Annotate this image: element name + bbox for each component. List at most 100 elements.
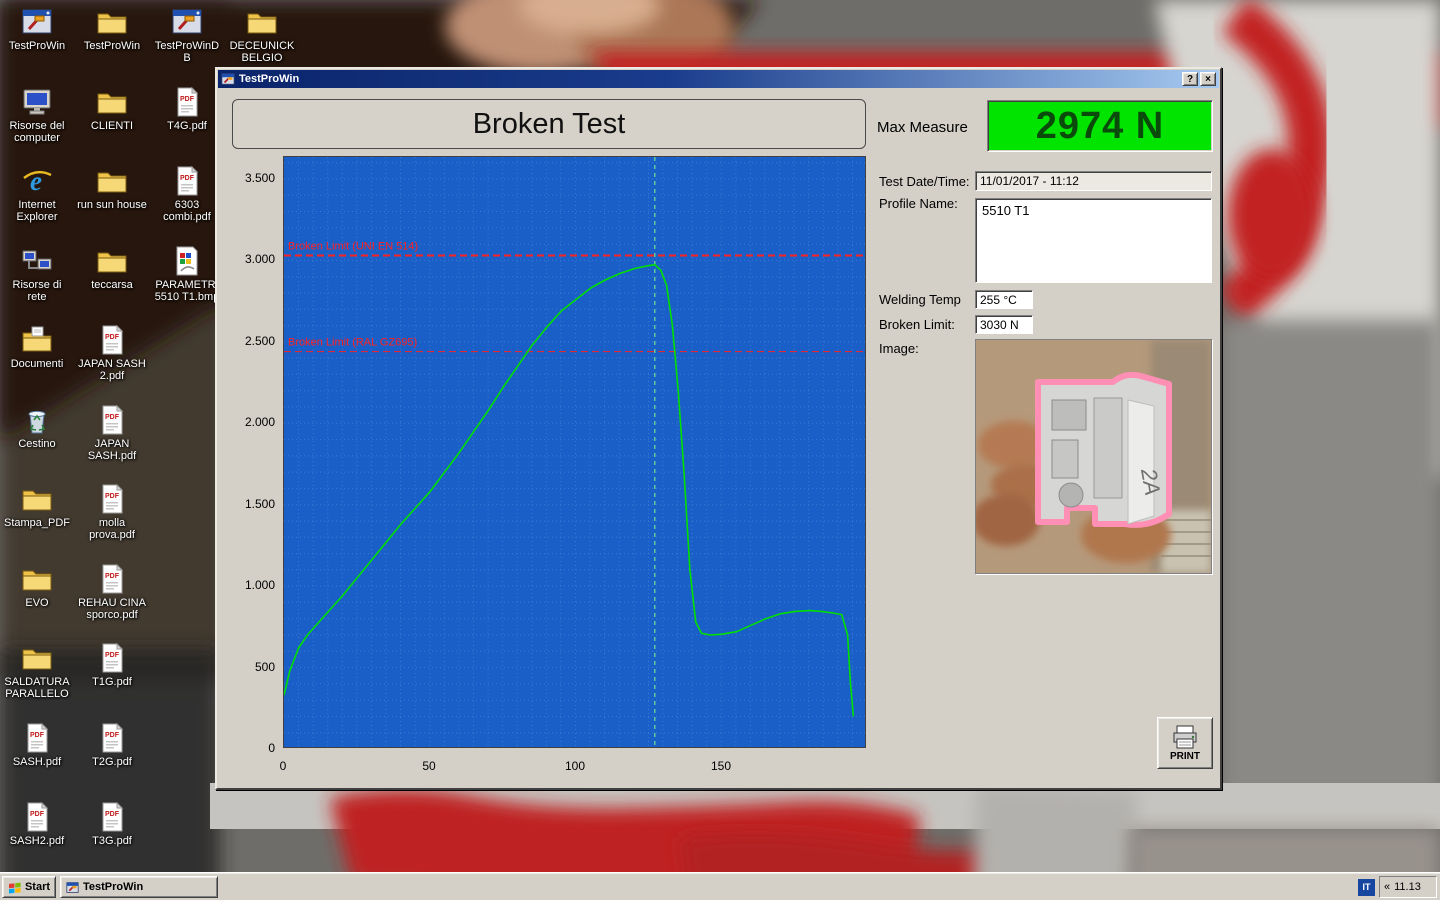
folder-icon [96, 6, 128, 38]
close-button[interactable]: × [1200, 72, 1216, 86]
taskbar: Start TestProWin IT « 11.13 [0, 872, 1440, 900]
start-button-label: Start [25, 881, 50, 893]
desktop-icon-label: 6303 combi.pdf [152, 199, 222, 223]
desktop-icon-t4g-pdf[interactable]: PDFT4G.pdf [152, 86, 222, 132]
desktop-icon-stampa-pdf[interactable]: Stampa_PDF [2, 483, 72, 529]
svg-text:PDF: PDF [180, 175, 195, 182]
desktop-icon-label: SASH2.pdf [2, 835, 72, 847]
test-datetime-field[interactable]: 11/01/2017 - 11:12 [975, 171, 1212, 191]
recycle-bin-icon [21, 404, 53, 436]
testprowin-window: TestProWin ? × Broken Test Max Measure 2… [215, 67, 1222, 790]
svg-text:PDF: PDF [105, 811, 120, 818]
x-tick-label: 150 [706, 759, 736, 773]
desktop-icon-6303-combi-pdf[interactable]: PDF 6303 combi.pdf [152, 165, 222, 223]
y-tick-label: 500 [229, 660, 275, 674]
system-tray: IT « 11.13 [1358, 876, 1437, 898]
print-button[interactable]: PRINT [1157, 717, 1213, 769]
welding-temp-label: Welding Temp [879, 292, 961, 307]
pdf-file-icon: PDF [21, 722, 53, 754]
window-app-icon [221, 72, 235, 86]
svg-text:PDF: PDF [105, 732, 120, 739]
task-app-icon [66, 881, 79, 894]
desktop-icon-label: teccarsa [77, 279, 147, 291]
profile-photo-art: 2A [976, 340, 1211, 573]
broken-limit-label: Broken Limit: [879, 317, 955, 332]
test-heading: Broken Test [473, 108, 626, 141]
y-tick-label: 3.000 [229, 252, 275, 266]
network-places-icon [21, 245, 53, 277]
desktop-icon-label: JAPAN SASH 2.pdf [77, 358, 147, 382]
desktop-icon-documenti[interactable]: Documenti [2, 324, 72, 370]
desktop-icon-label: molla prova.pdf [77, 517, 147, 541]
desktop-icon-testprowin[interactable]: TestProWin [2, 6, 72, 52]
pdf-file-icon: PDF [21, 801, 53, 833]
svg-text:PDF: PDF [30, 732, 45, 739]
desktop-icon-saldatura-parallelo[interactable]: SALDATURA PARALLELO [2, 642, 72, 700]
desktop-icon-run-sun-house[interactable]: run sun house [77, 165, 147, 211]
welding-temp-field[interactable]: 255 °C [975, 290, 1033, 309]
desktop-icon-clienti[interactable]: CLIENTI [77, 86, 147, 132]
desktop-icon-testprowindb[interactable]: TestProWinDB [152, 6, 222, 64]
svg-text:2A: 2A [1136, 466, 1165, 498]
broken-limit-field[interactable]: 3030 N [975, 315, 1033, 334]
svg-text:PDF: PDF [105, 414, 120, 421]
x-tick-label: 100 [560, 759, 590, 773]
language-indicator[interactable]: IT [1358, 879, 1375, 896]
desktop-icon-evo[interactable]: EVO [2, 563, 72, 609]
profile-name-field[interactable]: 5510 T1 [975, 198, 1212, 283]
desktop-icon-t2g-pdf[interactable]: PDFT2G.pdf [77, 722, 147, 768]
desktop-icon-parametri-5510-t1-bmp[interactable]: PARAMETRI 5510 T1.bmp [152, 245, 222, 303]
chart-plot-area: Broken Limit (UNI EN 514)Broken Limit (R… [283, 156, 866, 748]
pdf-file-icon: PDF [171, 86, 203, 118]
tray-panel: « 11.13 [1379, 876, 1437, 898]
svg-text:Broken Limit (RAL GZ695): Broken Limit (RAL GZ695) [288, 337, 417, 349]
profile-name-label: Profile Name: [879, 196, 958, 211]
folder-icon [96, 86, 128, 118]
tray-collapse-button[interactable]: « [1384, 881, 1390, 893]
desktop-icon-label: TestProWinDB [152, 40, 222, 64]
desktop-icon-deceunick-belgio[interactable]: DECEUNICK BELGIO [227, 6, 297, 64]
pdf-file-icon: PDF [171, 165, 203, 197]
desktop-icon-risorse-del-computer[interactable]: Risorse del computer [2, 86, 72, 144]
x-tick-label: 50 [414, 759, 444, 773]
pdf-file-icon: PDF [96, 404, 128, 436]
desktop-icon-teccarsa[interactable]: teccarsa [77, 245, 147, 291]
start-button[interactable]: Start [2, 876, 56, 898]
documents-folder-icon [21, 324, 53, 356]
desktop-icon-risorse-di-rete[interactable]: Risorse di rete [2, 245, 72, 303]
folder-icon [96, 165, 128, 197]
desktop-icon-label: CLIENTI [77, 120, 147, 132]
image-label: Image: [879, 341, 919, 356]
desktop-icon-japan-sash-2-pdf[interactable]: PDFJAPAN SASH 2.pdf [77, 324, 147, 382]
y-tick-label: 1.500 [229, 497, 275, 511]
svg-text:PDF: PDF [30, 811, 45, 818]
desktop-icon-internet-explorer[interactable]: e Internet Explorer [2, 165, 72, 223]
app-icon [171, 6, 203, 38]
desktop-icon-rehau-cina-sporco-pdf[interactable]: PDFREHAU CINA sporco.pdf [77, 563, 147, 621]
app-icon [21, 6, 53, 38]
taskbar-task-testprowin[interactable]: TestProWin [60, 876, 218, 898]
pdf-file-icon: PDF [96, 324, 128, 356]
help-button[interactable]: ? [1182, 72, 1198, 86]
pdf-file-icon: PDF [96, 722, 128, 754]
y-tick-label: 1.000 [229, 578, 275, 592]
svg-text:e: e [30, 166, 42, 196]
desktop-icon-label: Risorse del computer [2, 120, 72, 144]
test-datetime-label: Test Date/Time: [879, 174, 970, 189]
desktop-icon-label: TestProWin [2, 40, 72, 52]
desktop-icon-testprowin[interactable]: TestProWin [77, 6, 147, 52]
desktop-icon-t3g-pdf[interactable]: PDFT3G.pdf [77, 801, 147, 847]
desktop-icon-label: SASH.pdf [2, 756, 72, 768]
y-tick-label: 0 [229, 741, 275, 755]
desktop-icon-molla-prova-pdf[interactable]: PDFmolla prova.pdf [77, 483, 147, 541]
desktop-icon-sash2-pdf[interactable]: PDF SASH2.pdf [2, 801, 72, 847]
desktop-icon-label: Internet Explorer [2, 199, 72, 223]
y-tick-label: 2.500 [229, 334, 275, 348]
desktop-icon-cestino[interactable]: Cestino [2, 404, 72, 450]
desktop-icon-japan-sash-pdf[interactable]: PDFJAPAN SASH.pdf [77, 404, 147, 462]
window-titlebar[interactable]: TestProWin ? × [218, 70, 1219, 88]
task-button-label: TestProWin [83, 881, 143, 893]
desktop-icon-t1g-pdf[interactable]: PDFT1G.pdf [77, 642, 147, 688]
desktop-icon-sash-pdf[interactable]: PDF SASH.pdf [2, 722, 72, 768]
window-title: TestProWin [239, 73, 1180, 85]
